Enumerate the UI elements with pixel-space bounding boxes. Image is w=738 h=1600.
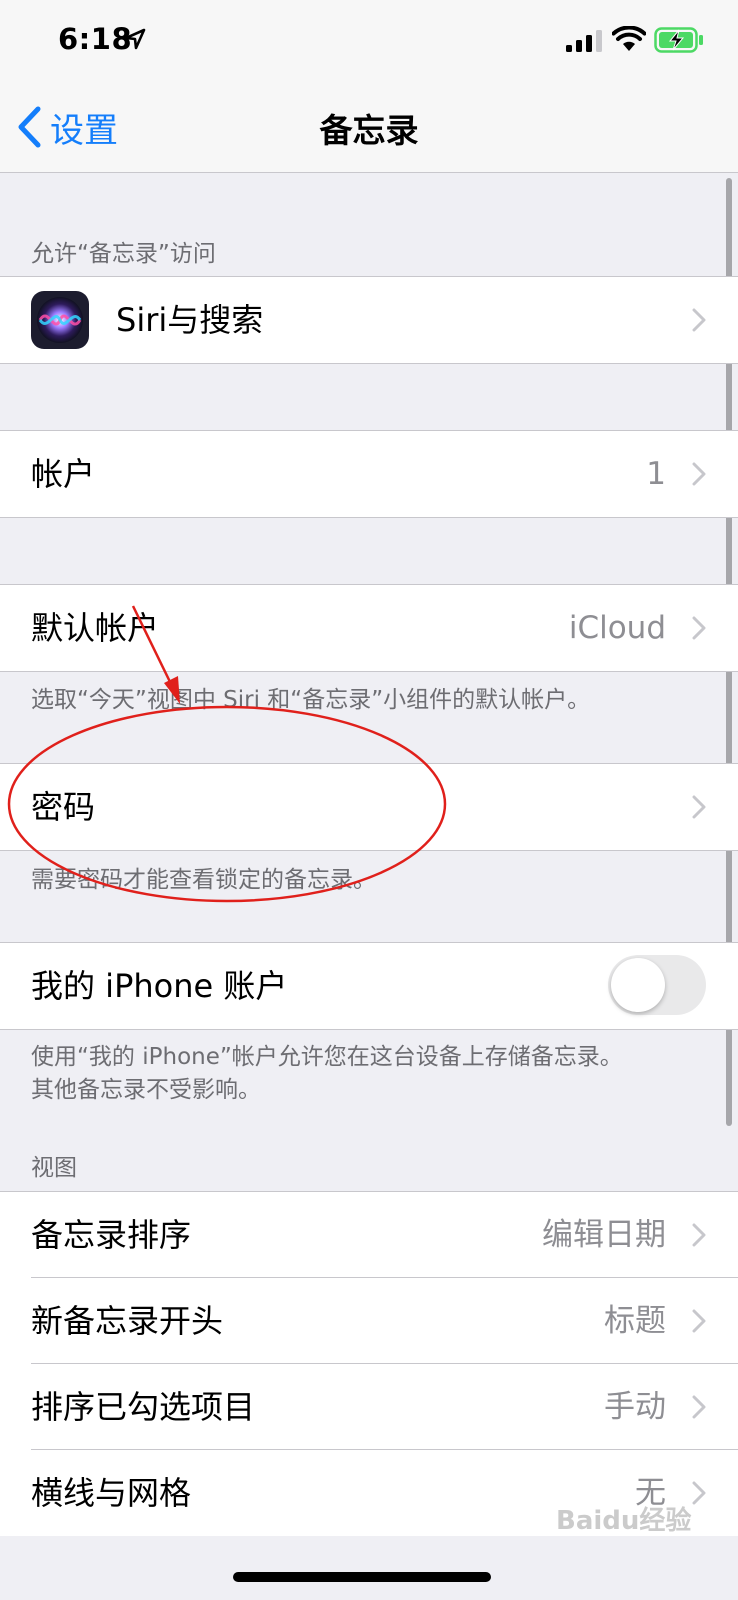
default-account-footer: 选取“今天”视图中 Siri 和“备忘录”小组件的默认帐户。 — [31, 687, 591, 713]
siri-search-row[interactable]: Siri与搜索 — [0, 277, 738, 363]
sort-checked-items-row[interactable]: 排序已勾选项目 手动 — [0, 1364, 738, 1450]
location-arrow-icon — [124, 28, 146, 50]
sort-notes-value: 编辑日期 — [542, 1217, 666, 1253]
default-account-group: 默认帐户 iCloud — [0, 584, 738, 672]
new-note-start-label: 新备忘录开头 — [31, 1302, 224, 1340]
new-note-start-row[interactable]: 新备忘录开头 标题 — [0, 1278, 738, 1364]
iphone-account-footer-line2: 其他备忘录不受影响。 — [31, 1077, 261, 1103]
allow-access-header: 允许“备忘录”访问 — [31, 241, 216, 267]
chevron-right-icon — [692, 795, 706, 819]
wifi-icon — [612, 26, 646, 51]
home-indicator[interactable] — [233, 1572, 491, 1582]
allow-access-group: Siri与搜索 — [0, 276, 738, 364]
password-footer: 需要密码才能查看锁定的备忘录。 — [31, 867, 376, 893]
chevron-right-icon — [692, 462, 706, 486]
battery-charging-icon — [654, 27, 703, 53]
default-account-value: iCloud — [568, 610, 666, 646]
accounts-label: 帐户 — [31, 455, 96, 493]
page-title: 备忘录 — [319, 111, 419, 150]
iphone-account-footer: 使用“我的 iPhone”帐户允许您在这台设备上存储备忘录。 其他备忘录不受影响… — [31, 1041, 623, 1107]
default-account-label: 默认帐户 — [31, 609, 160, 647]
accounts-group: 帐户 1 — [0, 430, 738, 518]
accounts-count: 1 — [646, 456, 666, 492]
password-row[interactable]: 密码 — [0, 764, 738, 850]
password-label: 密码 — [31, 788, 96, 826]
siri-icon — [31, 291, 89, 349]
chevron-right-icon — [692, 308, 706, 332]
chevron-right-icon — [692, 1395, 706, 1419]
sort-checked-items-value: 手动 — [604, 1389, 666, 1425]
siri-search-label: Siri与搜索 — [116, 301, 264, 339]
status-bar: 6:18 — [0, 0, 738, 82]
lines-grids-label: 横线与网格 — [31, 1474, 192, 1512]
watermark-logo: Baidu经验 — [556, 1506, 692, 1536]
cellular-signal-icon — [566, 30, 602, 52]
password-group: 密码 — [0, 763, 738, 851]
chevron-right-icon — [692, 1223, 706, 1247]
accounts-row[interactable]: 帐户 1 — [0, 431, 738, 517]
new-note-start-value: 标题 — [604, 1303, 666, 1339]
view-header: 视图 — [31, 1155, 77, 1181]
iphone-account-row: 我的 iPhone 账户 — [0, 943, 738, 1029]
status-time: 6:18 — [58, 22, 133, 56]
chevron-right-icon — [692, 616, 706, 640]
navigation-bar: 设置 备忘录 — [0, 82, 738, 173]
view-group: 备忘录排序 编辑日期 新备忘录开头 标题 排序已勾选项目 手动 横线与网格 无 — [0, 1191, 738, 1536]
chevron-right-icon — [692, 1309, 706, 1333]
sort-notes-row[interactable]: 备忘录排序 编辑日期 — [0, 1192, 738, 1278]
iphone-account-footer-line1: 使用“我的 iPhone”帐户允许您在这台设备上存储备忘录。 — [31, 1044, 623, 1070]
chevron-right-icon — [692, 1481, 706, 1505]
iphone-account-toggle[interactable] — [608, 955, 706, 1015]
default-account-row[interactable]: 默认帐户 iCloud — [0, 585, 738, 671]
iphone-account-label: 我的 iPhone 账户 — [31, 967, 288, 1005]
toggle-knob — [611, 958, 665, 1012]
iphone-account-group: 我的 iPhone 账户 — [0, 942, 738, 1030]
sort-notes-label: 备忘录排序 — [31, 1216, 192, 1254]
sort-checked-items-label: 排序已勾选项目 — [31, 1388, 256, 1426]
